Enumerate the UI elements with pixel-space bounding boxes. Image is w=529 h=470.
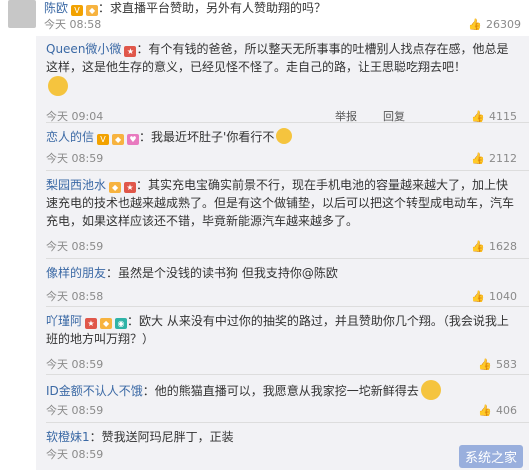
avatar[interactable]: [8, 0, 36, 28]
timestamp: 今天 08:58: [46, 290, 104, 303]
thumbs-up-icon: 👍: [468, 18, 482, 31]
thumbs-up-icon: 👍: [478, 358, 492, 371]
main-comment-text: 陈欧 V ◆ ：求直播平台赞助，另外有人赞助翔的吗？: [44, 0, 521, 16]
timestamp: 今天 08:59: [46, 152, 104, 165]
reply-text: 恋人的信 V ◆ ♥ ：我最近坏肚子'你看行不: [46, 128, 517, 146]
emoji-icon: [276, 128, 293, 144]
thumbs-up-icon: 👍: [471, 290, 485, 303]
timestamp: 今天 08:59: [46, 448, 104, 461]
cat-emoji-icon: [420, 380, 441, 400]
reply-text: 软橙妹1：赞我送阿玛尼胖丁，正装: [46, 428, 517, 446]
thumbs-up-icon: 👍: [471, 240, 485, 253]
reply-item: 恋人的信 V ◆ ♥ ：我最近坏肚子'你看行不 今天 08:59 👍 2112: [36, 128, 529, 168]
camera-icon: ◉: [115, 318, 128, 329]
reply-item: 梨园西池水 ◆ ★ ：其实充电宝确实前景不行，现在手机电池的容量越来越大了，加上快速充…: [36, 176, 529, 256]
sad-face-icon: [48, 76, 68, 96]
divider: [46, 306, 529, 307]
divider: [46, 258, 529, 259]
timestamp: 今天 08:59: [46, 404, 104, 417]
user-name-link[interactable]: 像样的朋友: [46, 266, 106, 280]
crown-icon: ★: [124, 182, 137, 193]
reply-item: Queen微小微 ★ ：有个有钱的爸爸，所以整天无所事事的吐槽别人找点存在感，他总是…: [36, 40, 529, 123]
crown-icon: ★: [85, 318, 98, 329]
reply-text: Queen微小微 ★ ：有个有钱的爸爸，所以整天无所事事的吐槽别人找点存在感，他总是…: [46, 40, 517, 96]
divider: [46, 122, 529, 123]
reply-meta: 今天 08:59 👍 2112: [46, 152, 517, 166]
reply-item: ID金额不认人不饿：他的熊猫直播可以，我愿意从我家挖一坨新鲜得去 今天 08:5…: [36, 380, 529, 420]
timestamp: 今天 08:58: [44, 18, 102, 31]
user-name-link[interactable]: 软橙妹1: [46, 430, 90, 444]
verified-icon: V: [71, 5, 84, 16]
user-name-link[interactable]: Queen微小微: [46, 42, 121, 56]
crown-icon: ★: [124, 46, 137, 57]
comment-content: ：虽然是个没钱的读书狗 但我支持你@陈欧: [106, 266, 338, 280]
heart-icon: ♥: [127, 134, 140, 145]
main-comment-meta: 今天 08:58 👍 26309: [44, 17, 521, 32]
user-name-link[interactable]: 陈欧: [44, 1, 68, 15]
comment-content: ：我最近坏肚子'你看行不: [139, 130, 275, 144]
like-button[interactable]: 👍 1628: [471, 240, 517, 254]
watermark-logo: 系统之家: [458, 445, 523, 468]
reply-item: 像样的朋友：虽然是个没钱的读书狗 但我支持你@陈欧 今天 08:58 👍 1040: [36, 264, 529, 304]
reply-meta: 今天 08:59 👍 1628: [46, 240, 517, 254]
like-count: 583: [496, 358, 517, 371]
reply-meta: 今天 08:59 👍 583: [46, 358, 517, 372]
like-button[interactable]: 👍 2112: [471, 152, 517, 166]
reply-text: 像样的朋友：虽然是个没钱的读书狗 但我支持你@陈欧: [46, 264, 517, 282]
divider: [46, 374, 529, 375]
comment-content: ：赞我送阿玛尼胖丁，正装: [89, 430, 234, 444]
user-name-link[interactable]: 恋人的信: [46, 130, 94, 144]
reply-item: 软橙妹1：赞我送阿玛尼胖丁，正装 今天 08:59: [36, 428, 529, 468]
member-icon: ◆: [86, 5, 99, 16]
timestamp: 今天 08:59: [46, 240, 104, 253]
reply-list: Queen微小微 ★ ：有个有钱的爸爸，所以整天无所事事的吐槽别人找点存在感，他总是…: [36, 36, 529, 470]
reply-text: 梨园西池水 ◆ ★ ：其实充电宝确实前景不行，现在手机电池的容量越来越大了，加上快速充…: [46, 176, 517, 230]
comment-content: ：他的熊猫直播可以，我愿意从我家挖一坨新鲜得去: [142, 384, 419, 398]
member-icon: ◆: [109, 182, 122, 193]
user-name-link[interactable]: 吖瑾阿: [46, 314, 82, 328]
thumbs-up-icon: 👍: [471, 152, 485, 165]
reply-text: ID金额不认人不饿：他的熊猫直播可以，我愿意从我家挖一坨新鲜得去: [46, 380, 517, 400]
like-count: 26309: [486, 18, 521, 31]
like-count: 406: [496, 404, 517, 417]
main-comment: 陈欧 V ◆ ：求直播平台赞助，另外有人赞助翔的吗？ 今天 08:58 👍 26309: [0, 0, 529, 36]
reply-text: 吖瑾阿 ★ ◆ ◉ ：欧大 从来没有中过你的抽奖的路过，并且赞助你几个翔。（我会说我上班…: [46, 312, 517, 348]
member-icon: ◆: [100, 318, 113, 329]
like-button[interactable]: 👍 26309: [468, 17, 521, 32]
comment-content: ：求直播平台赞助，另外有人赞助翔的吗？: [98, 1, 327, 15]
user-name-link[interactable]: 梨园西池水: [46, 178, 106, 192]
reply-meta: 今天 08:58 👍 1040: [46, 290, 517, 304]
reply-meta: 今天 08:59: [46, 448, 517, 462]
timestamp: 今天 08:59: [46, 358, 104, 371]
divider: [46, 422, 529, 423]
reply-meta: 今天 08:59 👍 406: [46, 404, 517, 418]
reply-item: 吖瑾阿 ★ ◆ ◉ ：欧大 从来没有中过你的抽奖的路过，并且赞助你几个翔。（我会说我上班…: [36, 312, 529, 372]
like-count: 2112: [489, 152, 517, 165]
verified-icon: V: [97, 134, 110, 145]
divider: [46, 170, 529, 171]
like-button[interactable]: 👍 1040: [471, 290, 517, 304]
like-count: 1628: [489, 240, 517, 253]
user-name-link[interactable]: ID金额不认人不饿: [46, 384, 143, 398]
member-icon: ◆: [112, 134, 125, 145]
like-button[interactable]: 👍 406: [478, 404, 517, 418]
like-button[interactable]: 👍 583: [478, 358, 517, 372]
like-count: 1040: [489, 290, 517, 303]
thumbs-up-icon: 👍: [478, 404, 492, 417]
